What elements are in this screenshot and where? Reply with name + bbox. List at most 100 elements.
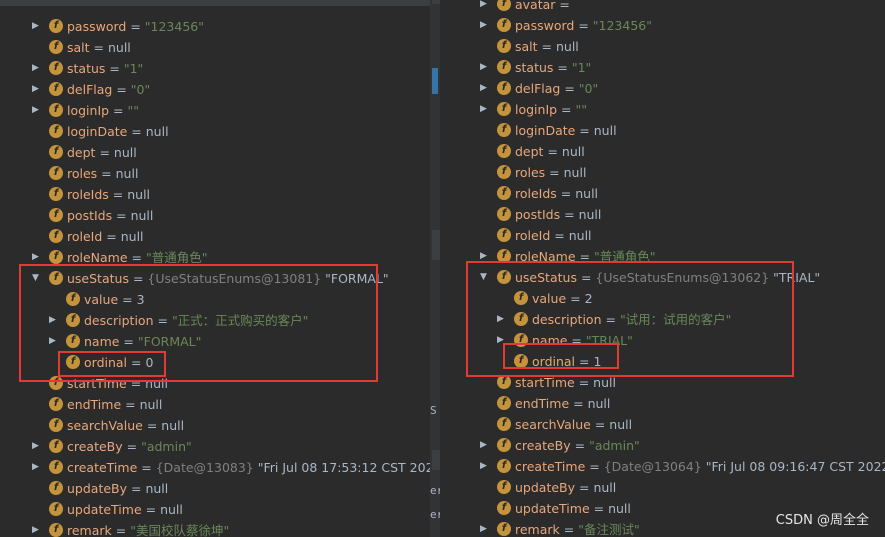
field-icon: f [514,291,528,305]
variable-text: status = "1" [515,57,591,78]
expand-arrow-icon[interactable]: ▶ [31,520,40,537]
variable-row[interactable]: f roleId = null [0,226,430,247]
field-name: dept [515,144,544,159]
variable-row[interactable]: f postIds = null [440,204,885,225]
expand-arrow-icon[interactable]: ▶ [31,16,40,37]
expand-arrow-icon[interactable]: ▶ [479,15,488,36]
assign-operator: = [126,19,145,34]
variable-row[interactable]: ▶ f description = "试用：试用的客户" [440,309,885,330]
field-value: "0" [578,81,599,96]
variable-row[interactable]: ▶ f delFlag = "0" [0,79,430,100]
variable-row[interactable]: ▶ f password = "123456" [440,15,885,36]
expand-arrow-icon[interactable]: ▶ [479,99,488,120]
expand-arrow-icon[interactable]: ▶ [31,79,40,100]
variable-row[interactable]: ▶ f password = "123456" [0,16,430,37]
field-name: roleName [515,249,576,264]
assign-operator: = [574,375,594,390]
field-name: salt [515,39,538,54]
expand-arrow-icon[interactable]: ▶ [496,309,505,330]
variable-row[interactable]: ▶ f delFlag = "0" [440,78,885,99]
expand-arrow-icon[interactable]: ▶ [496,330,505,351]
variable-row[interactable]: f ordinal = 0 [0,352,430,373]
variable-row[interactable]: f value = 2 [440,288,885,309]
field-value: "FORMAL" [137,334,202,349]
variable-row[interactable]: ▶ f roleName = "普通角色" [440,246,885,267]
variable-row[interactable]: ▶ f name = "TRIAL" [440,330,885,351]
expand-arrow-icon[interactable]: ▶ [479,57,488,78]
variable-row[interactable]: f salt = null [0,37,430,58]
variable-row[interactable]: ▶ f name = "FORMAL" [0,331,430,352]
variable-row[interactable]: f ordinal = 1 [440,351,885,372]
variable-text: createBy = "admin" [67,436,192,457]
expand-arrow-icon[interactable]: ▶ [479,246,488,267]
variable-row[interactable]: f loginDate = null [440,120,885,141]
assign-operator: = [119,334,138,349]
object-reference: {Date@13083} [155,460,258,475]
variable-row[interactable]: ▶ f createBy = "admin" [440,435,885,456]
variable-row[interactable]: f searchValue = null [0,415,430,436]
variable-row[interactable]: ▼ f useStatus = {UseStatusEnums@13062} "TR… [440,267,885,288]
variable-row[interactable]: ▶ f createTime = {Date@13083} "Fri Jul 08 … [0,457,430,478]
variable-row[interactable]: f value = 3 [0,289,430,310]
variable-row[interactable]: f roleId = null [440,225,885,246]
assign-operator: = [589,501,609,516]
collapse-arrow-icon[interactable]: ▼ [31,268,40,289]
expand-arrow-icon[interactable]: ▶ [479,435,488,456]
expand-arrow-icon[interactable]: ▶ [479,78,488,99]
expand-arrow-icon[interactable]: ▶ [31,100,40,121]
variable-row[interactable]: ▶ f avatar = [440,0,885,15]
variable-row[interactable]: ▶ f loginIp = "" [440,99,885,120]
field-value: null [568,228,592,243]
field-name: createTime [67,460,138,475]
variable-text: remark = "备注测试" [515,519,640,537]
variable-row[interactable]: f roleIds = null [440,183,885,204]
variable-row[interactable]: f roleIds = null [0,184,430,205]
field-name: roleIds [515,186,557,201]
expand-arrow-icon[interactable]: ▶ [479,519,488,537]
variable-text: loginIp = "" [67,100,139,121]
expand-arrow-icon[interactable]: ▶ [31,247,40,268]
variable-row[interactable]: ▶ f loginIp = "" [0,100,430,121]
expand-arrow-icon[interactable]: ▶ [31,58,40,79]
variable-row[interactable]: f roles = null [0,163,430,184]
variable-text: startTime = null [515,372,616,393]
variable-row[interactable]: f endTime = null [0,394,430,415]
field-value: "" [575,102,588,117]
variable-row[interactable]: ▶ f createTime = {Date@13064} "Fri Jul 08 … [440,456,885,477]
variable-text: useStatus = {UseStatusEnums@13062} "TRIA… [515,267,820,288]
expand-arrow-icon[interactable]: ▶ [48,331,57,352]
expand-arrow-icon[interactable]: ▶ [31,436,40,457]
field-name: postIds [515,207,561,222]
variable-row[interactable]: f startTime = null [440,372,885,393]
variable-row[interactable]: f roles = null [440,162,885,183]
expand-arrow-icon[interactable]: ▶ [479,0,488,15]
variable-row[interactable]: f updateBy = null [440,477,885,498]
variable-row[interactable]: f postIds = null [0,205,430,226]
variable-row[interactable]: f startTime = null [0,373,430,394]
variable-text: dept = null [67,142,137,163]
variable-row[interactable]: f dept = null [440,141,885,162]
expand-arrow-icon[interactable]: ▶ [31,457,40,478]
variable-row[interactable]: f updateBy = null [0,478,430,499]
variable-row[interactable]: f updateTime = null [0,499,430,520]
expand-arrow-icon[interactable]: ▶ [479,456,488,477]
left-toolbar-strip [0,0,430,6]
field-icon: f [49,481,63,495]
field-name: loginIp [515,102,558,117]
variable-row[interactable]: ▼ f useStatus = {UseStatusEnums@13081} "FO… [0,268,430,289]
expand-arrow-icon[interactable]: ▶ [48,310,57,331]
variable-row[interactable]: ▶ f status = "1" [0,58,430,79]
variable-row[interactable]: ▶ f remark = "美国校队蔡徐坤" [0,520,430,537]
variable-row[interactable]: ▶ f roleName = "普通角色" [0,247,430,268]
variable-row[interactable]: f salt = null [440,36,885,57]
variable-row[interactable]: f loginDate = null [0,121,430,142]
variable-row[interactable]: f dept = null [0,142,430,163]
field-icon: f [49,208,63,222]
variable-row[interactable]: ▶ f status = "1" [440,57,885,78]
variable-row[interactable]: ▶ f description = "正式：正式购买的客户" [0,310,430,331]
variable-row[interactable]: f searchValue = null [440,414,885,435]
variable-row[interactable]: ▶ f createBy = "admin" [0,436,430,457]
variable-row[interactable]: f endTime = null [440,393,885,414]
collapse-arrow-icon[interactable]: ▼ [479,267,488,288]
field-icon: f [497,60,511,74]
